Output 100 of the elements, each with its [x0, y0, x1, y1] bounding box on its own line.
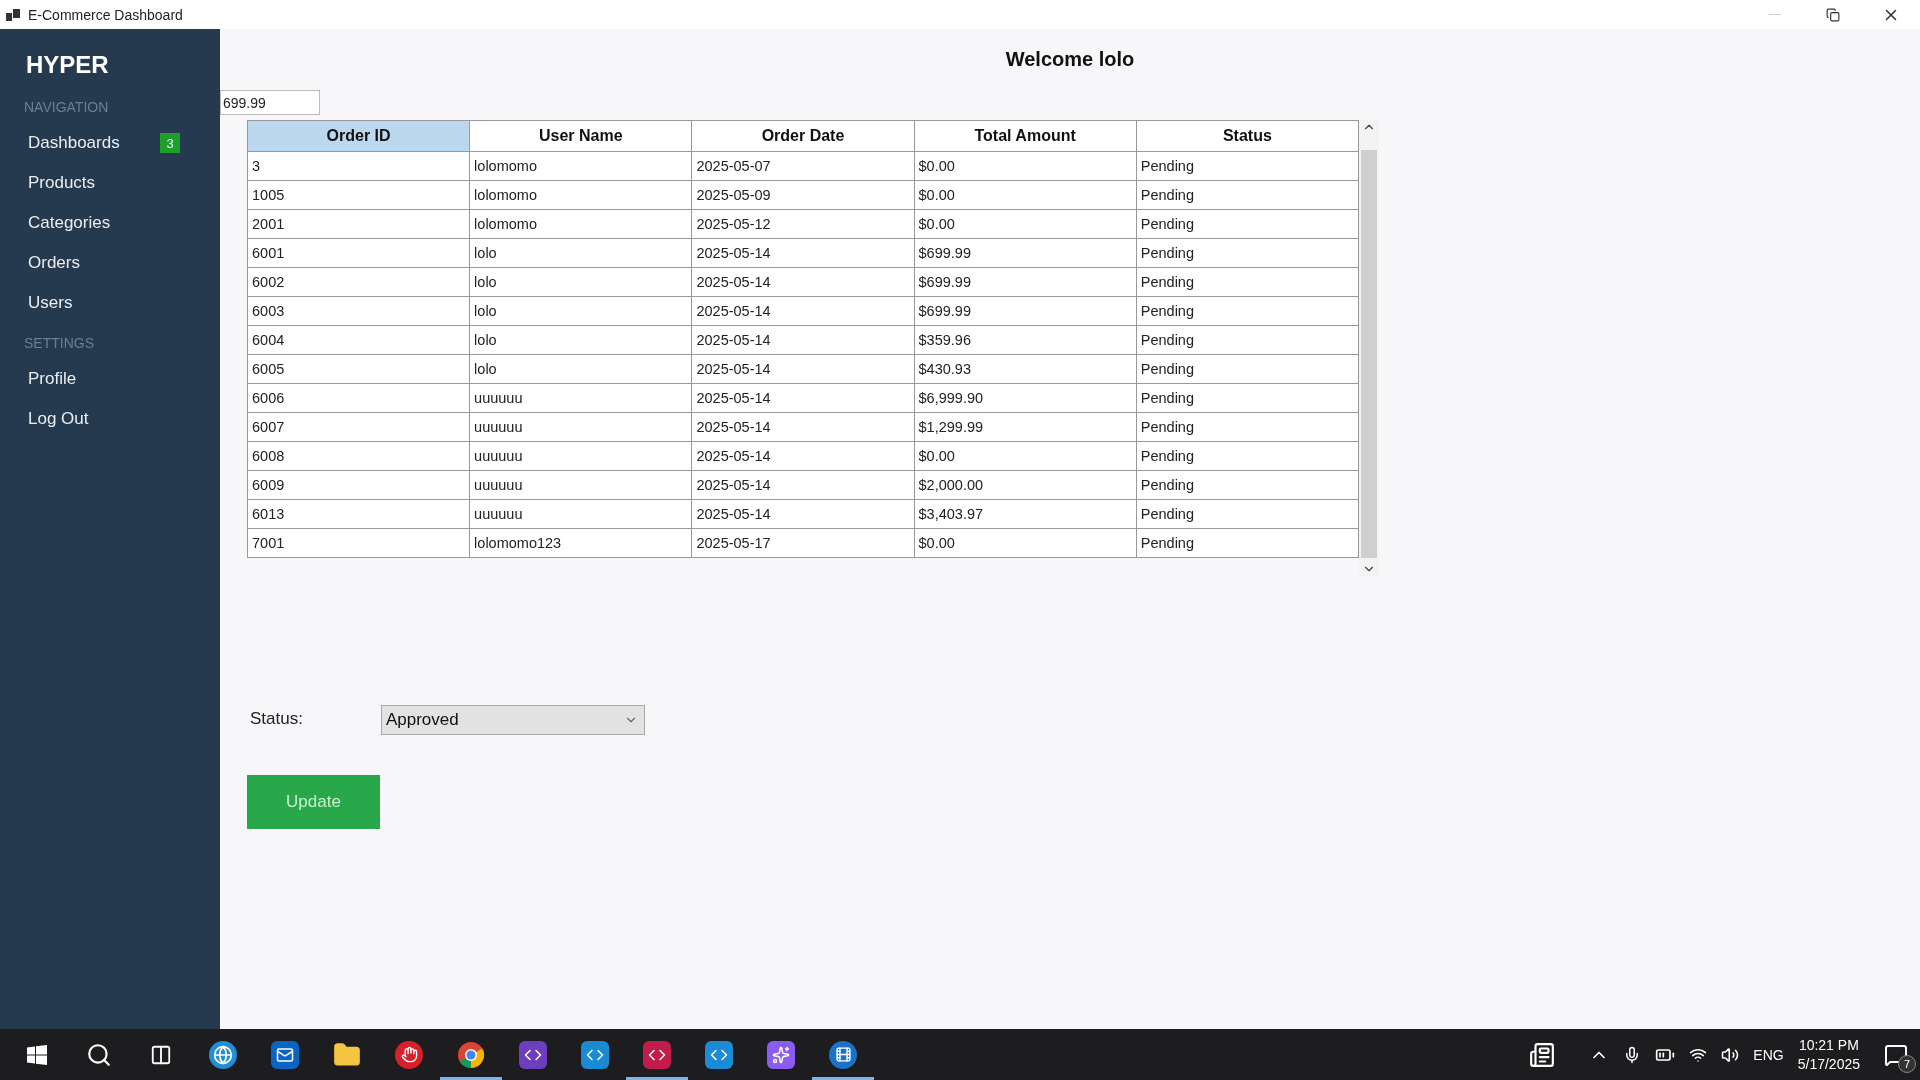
- sparkle-icon: [767, 1040, 795, 1069]
- table-cell: 6001: [247, 238, 470, 268]
- nav-label: Profile: [28, 369, 77, 389]
- nav-item[interactable]: Dashboards 3: [0, 123, 220, 163]
- nav-item[interactable]: Products: [0, 163, 220, 203]
- nav-item[interactable]: Users: [0, 283, 220, 323]
- table-cell: Pending: [1136, 151, 1359, 181]
- table-cell: $699.99: [914, 267, 1137, 297]
- notification-icon[interactable]: [1884, 1042, 1908, 1067]
- nav-item[interactable]: Orders: [0, 243, 220, 283]
- volume-icon[interactable]: [1721, 1045, 1740, 1064]
- table-cell: $3,403.97: [914, 499, 1137, 529]
- notification-count: 7: [1898, 1054, 1916, 1073]
- table-cell: Pending: [1136, 180, 1359, 210]
- task-view-icon: [150, 1043, 172, 1066]
- table-cell: $359.96: [914, 325, 1137, 355]
- table-cell: Pending: [1136, 383, 1359, 413]
- table-cell: 2025-05-14: [691, 267, 915, 297]
- nav-label: Orders: [28, 253, 80, 273]
- table-cell: Pending: [1136, 499, 1359, 529]
- nav-label: Products: [28, 173, 96, 193]
- table-cell: 1005: [247, 180, 470, 210]
- nav-item[interactable]: Log Out: [0, 399, 220, 439]
- column-header[interactable]: User Name: [469, 120, 692, 152]
- table-cell: uuuuuu: [469, 441, 692, 471]
- table-cell: lolo: [469, 296, 692, 326]
- table-cell: uuuuuu: [469, 470, 692, 500]
- table-cell: 2025-05-17: [691, 528, 915, 558]
- welcome-heading: Welcome lolo: [1004, 47, 1136, 72]
- table-cell: Pending: [1136, 325, 1359, 355]
- count-badge: 3: [160, 133, 180, 153]
- table-cell: $2,000.00: [914, 470, 1137, 500]
- nav-label: Log Out: [28, 409, 89, 429]
- table-cell: $430.93: [914, 354, 1137, 384]
- table-cell: 2025-05-12: [691, 209, 915, 239]
- table-cell: 6009: [247, 470, 470, 500]
- table-cell: 2025-05-14: [691, 325, 915, 355]
- table-cell: Pending: [1136, 267, 1359, 297]
- table-cell: 6013: [247, 499, 470, 529]
- column-header[interactable]: Order ID: [247, 120, 470, 152]
- brand-title: HYPER: [25, 51, 110, 79]
- nav-label: Dashboards: [28, 133, 120, 153]
- table-cell: lolomomo123: [469, 528, 692, 558]
- section-heading: SETTINGS: [23, 335, 95, 351]
- table-cell: 2025-05-14: [691, 383, 915, 413]
- film-icon: [829, 1040, 857, 1069]
- window-title: E-Commerce Dashboard: [28, 6, 184, 23]
- nav-label: Categories: [28, 213, 111, 233]
- table-cell: lolomomo: [469, 151, 692, 181]
- table-cell: 3: [247, 151, 470, 181]
- windows-logo-icon: [27, 1044, 47, 1065]
- column-header[interactable]: Status: [1136, 120, 1359, 152]
- table-cell: $6,999.90: [914, 383, 1137, 413]
- table-cell: Pending: [1136, 441, 1359, 471]
- table-cell: uuuuuu: [469, 383, 692, 413]
- minimize-icon: [1769, 14, 1781, 15]
- code-icon: [581, 1040, 609, 1069]
- table-cell: uuuuuu: [469, 412, 692, 442]
- nav-item[interactable]: Profile: [0, 359, 220, 399]
- table-cell: Pending: [1136, 470, 1359, 500]
- table-cell: 2025-05-14: [691, 354, 915, 384]
- table-cell: lolo: [469, 267, 692, 297]
- restore-icon: [1826, 7, 1840, 22]
- amount-field[interactable]: 699.99: [220, 90, 320, 115]
- status-label: Status:: [250, 709, 303, 729]
- column-header[interactable]: Order Date: [691, 120, 915, 152]
- table-cell: 6006: [247, 383, 470, 413]
- scroll-thumb[interactable]: [1361, 150, 1377, 558]
- table-cell: 2025-05-14: [691, 238, 915, 268]
- table-cell: 2025-05-14: [691, 470, 915, 500]
- table-cell: Pending: [1136, 354, 1359, 384]
- table-cell: Pending: [1136, 209, 1359, 239]
- table-cell: 6008: [247, 441, 470, 471]
- column-header[interactable]: Total Amount: [914, 120, 1137, 152]
- scrollbar[interactable]: [1359, 120, 1379, 576]
- status-dropdown[interactable]: Approved: [380, 705, 645, 735]
- mail-icon: [271, 1040, 299, 1069]
- table-cell: $0.00: [914, 151, 1137, 181]
- language-indicator[interactable]: ENG: [1753, 1046, 1784, 1063]
- clock[interactable]: 10:21 PM 5/17/2025: [1797, 1037, 1860, 1072]
- table-cell: $699.99: [914, 238, 1137, 268]
- nav-item[interactable]: Categories: [0, 203, 220, 243]
- table-cell: 7001: [247, 528, 470, 558]
- news-icon[interactable]: [1529, 1041, 1556, 1068]
- table-cell: 2025-05-07: [691, 151, 915, 181]
- table-cell: $699.99: [914, 296, 1137, 326]
- table-cell: lolomomo: [469, 180, 692, 210]
- section-heading: NAVIGATION: [23, 99, 110, 115]
- table-cell: $0.00: [914, 528, 1137, 558]
- table-cell: Pending: [1136, 528, 1359, 558]
- ide-icon: [643, 1040, 671, 1069]
- table-cell: lolomomo: [469, 209, 692, 239]
- table-cell: 6007: [247, 412, 470, 442]
- table-cell: $1,299.99: [914, 412, 1137, 442]
- table-cell: $0.00: [914, 441, 1137, 471]
- table-cell: lolo: [469, 325, 692, 355]
- table-cell: $0.00: [914, 180, 1137, 210]
- table-cell: $0.00: [914, 209, 1137, 239]
- ide-icon: [705, 1040, 733, 1069]
- table-cell: 2025-05-09: [691, 180, 915, 210]
